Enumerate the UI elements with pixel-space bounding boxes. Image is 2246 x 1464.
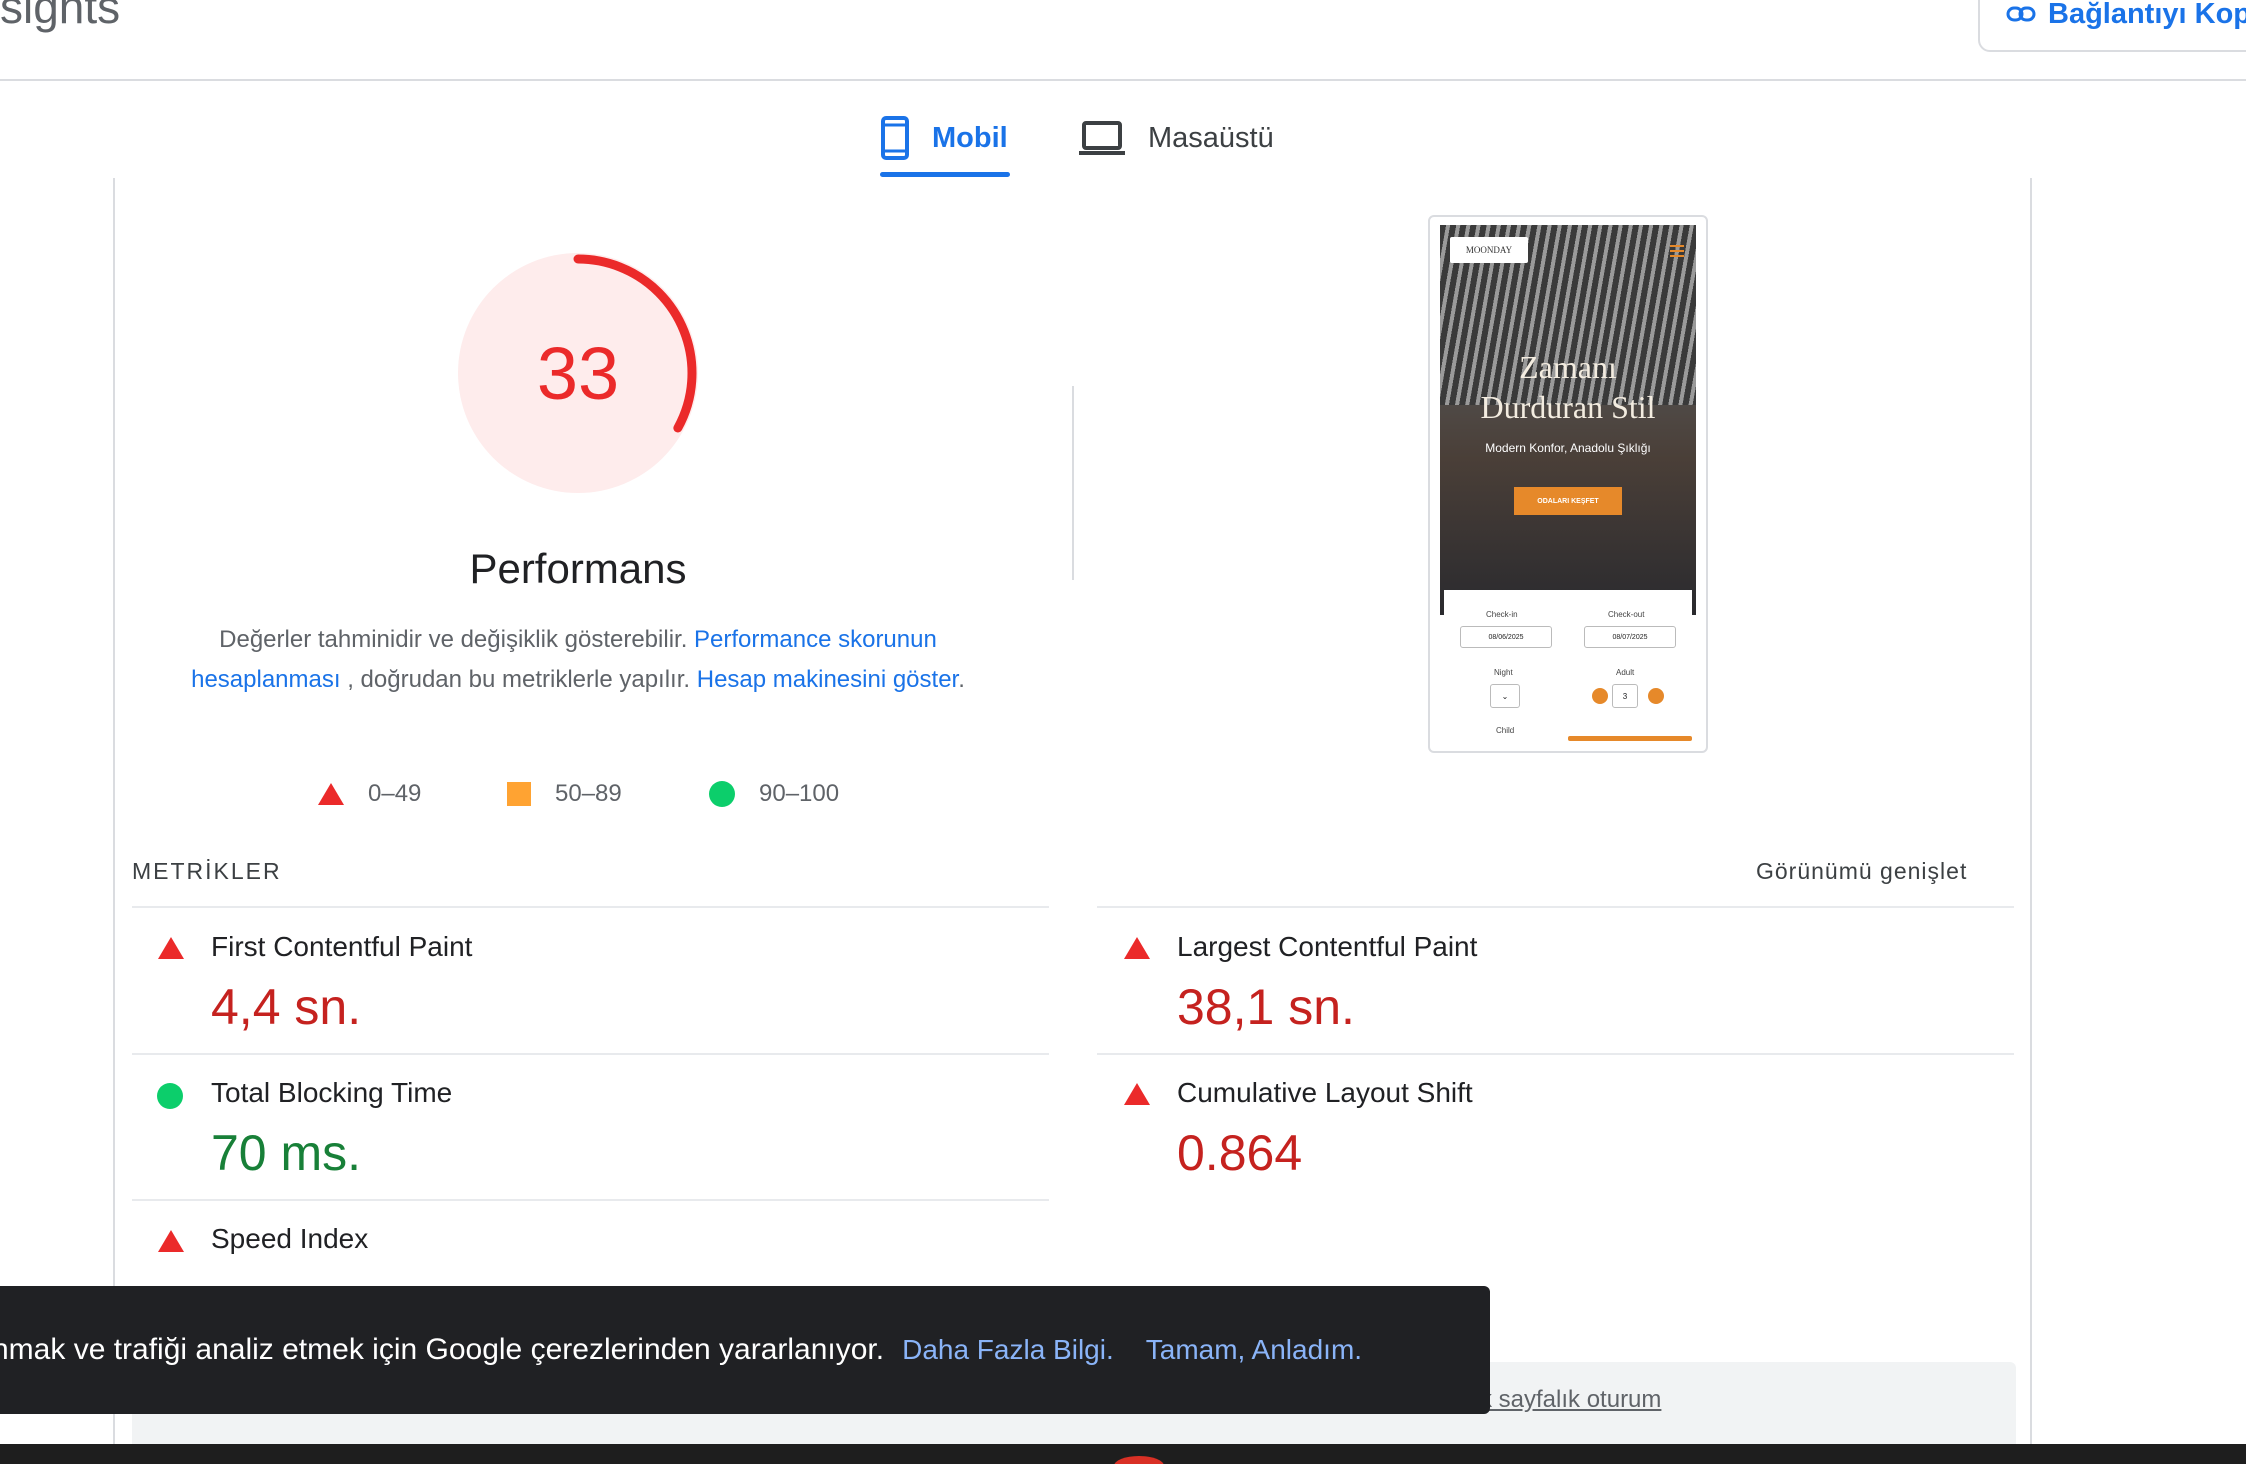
checkout-field: 08/07/2025 bbox=[1584, 626, 1676, 648]
page-title: sights bbox=[0, 0, 121, 33]
desc-text-2: , doğrudan bu metriklerle yapılır. bbox=[347, 666, 691, 693]
metrics-section-label: METRİKLER bbox=[132, 858, 282, 884]
metric-status-icon bbox=[158, 1230, 184, 1252]
desc-end: . bbox=[958, 666, 965, 693]
triangle-icon bbox=[1124, 1083, 1150, 1105]
tab-mobile[interactable]: Mobil bbox=[880, 98, 1008, 178]
cookie-banner: nmak ve trafiği analiz etmek için Google… bbox=[0, 1286, 1490, 1414]
legend-range: 0–49 bbox=[368, 780, 422, 807]
desc-text-1: Değerler tahminidir ve değişiklik göster… bbox=[219, 626, 688, 653]
copy-link-label: Bağlantıyı Kopy bbox=[2048, 0, 2246, 30]
panel-border-left bbox=[113, 178, 115, 1464]
metric-name-fcp: First Contentful Paint bbox=[211, 931, 473, 962]
metric-value-tbt: 70 ms. bbox=[211, 1125, 362, 1181]
preview-cta: ODALARI KEŞFET bbox=[1514, 487, 1622, 515]
legend-range: 90–100 bbox=[759, 780, 840, 807]
checkin-field: 08/06/2025 bbox=[1460, 626, 1552, 648]
plus-icon bbox=[1648, 688, 1664, 704]
vertical-divider bbox=[1072, 386, 1074, 580]
triangle-icon bbox=[1124, 937, 1150, 959]
laptop-icon bbox=[1079, 121, 1125, 155]
legend-item-pass: 90–100 bbox=[709, 780, 839, 808]
cookie-ok-button[interactable]: Tamam, Anladım. bbox=[1146, 1334, 1362, 1366]
divider bbox=[132, 1199, 1049, 1201]
metric-status-icon bbox=[157, 1083, 183, 1109]
adult-field: 3 bbox=[1612, 684, 1638, 708]
session-link[interactable]: k sayfalık oturum bbox=[1480, 1386, 1661, 1414]
smartphone-icon bbox=[881, 116, 909, 160]
preview-submit-bar bbox=[1568, 736, 1692, 741]
score-description: Değerler tahminidir ve değişiklik göster… bbox=[175, 620, 981, 700]
divider bbox=[1097, 1053, 2014, 1055]
expand-view-button[interactable]: Görünümü genişlet bbox=[1756, 858, 1967, 885]
calculator-link[interactable]: Hesap makinesini göster bbox=[697, 666, 958, 693]
legend-item-fail: 0–49 bbox=[318, 780, 421, 808]
triangle-icon bbox=[158, 937, 184, 959]
page: sights Bağlantıyı Kopy Mobil Masaüstü 33… bbox=[0, 0, 2246, 1464]
divider bbox=[132, 906, 1049, 908]
cookie-more-info-link[interactable]: Daha Fazla Bilgi. bbox=[902, 1334, 1114, 1366]
site-logo: MOONDAY bbox=[1450, 237, 1528, 263]
preview-headline-2: Durduran Stil bbox=[1480, 389, 1656, 425]
night-label: Night bbox=[1494, 668, 1513, 677]
metric-name-tbt: Total Blocking Time bbox=[211, 1077, 453, 1108]
square-icon bbox=[507, 782, 531, 806]
metric-value-fcp: 4,4 sn. bbox=[211, 979, 362, 1035]
triangle-icon bbox=[158, 1230, 184, 1252]
tab-mobile-label: Mobil bbox=[932, 121, 1008, 154]
metric-status-icon bbox=[1124, 937, 1150, 959]
child-label: Child bbox=[1496, 726, 1515, 735]
preview-subtitle: Modern Konfor, Anadolu Şıklığı bbox=[1485, 441, 1651, 455]
metric-value-cls: 0.864 bbox=[1177, 1125, 1303, 1181]
adult-label: Adult bbox=[1616, 668, 1635, 677]
page-screenshot-hero: MOONDAY Zamanı Durduran Stil Modern Konf… bbox=[1440, 225, 1696, 615]
metric-name-lcp: Largest Contentful Paint bbox=[1177, 931, 1478, 962]
cookie-message: nmak ve trafiği analiz etmek için Google… bbox=[0, 1333, 885, 1366]
panel-border-right bbox=[2030, 178, 2032, 1464]
link-icon bbox=[2006, 6, 2036, 22]
divider bbox=[132, 1053, 1049, 1055]
score-value: 33 bbox=[536, 331, 620, 415]
header-divider bbox=[0, 79, 2246, 81]
hamburger-icon bbox=[1670, 245, 1684, 247]
triangle-icon bbox=[318, 783, 344, 805]
tab-desktop[interactable]: Masaüstü bbox=[1078, 98, 1274, 178]
checkin-label: Check-in bbox=[1486, 610, 1518, 619]
tab-active-indicator bbox=[880, 172, 1010, 177]
score-title: Performans bbox=[469, 545, 687, 592]
metric-status-icon bbox=[1124, 1083, 1150, 1105]
preview-booking-form: Check-in Check-out 08/06/2025 08/07/2025… bbox=[1444, 590, 1692, 743]
night-select: ⌄ bbox=[1490, 684, 1520, 708]
circle-icon bbox=[157, 1083, 183, 1109]
checkout-label: Check-out bbox=[1608, 610, 1645, 619]
legend-range: 50–89 bbox=[555, 780, 622, 807]
tab-desktop-label: Masaüstü bbox=[1148, 121, 1274, 154]
metric-status-icon bbox=[158, 937, 184, 959]
metric-value-lcp: 38,1 sn. bbox=[1177, 979, 1355, 1035]
preview-headline: Zamanı Durduran Stil bbox=[1440, 347, 1696, 427]
divider bbox=[1097, 906, 2014, 908]
preview-headline-1: Zamanı bbox=[1519, 349, 1617, 385]
copy-link-button[interactable]: Bağlantıyı Kopy bbox=[1978, 0, 2246, 52]
legend-item-average: 50–89 bbox=[507, 780, 622, 808]
circle-icon bbox=[709, 781, 735, 807]
metric-name-cls: Cumulative Layout Shift bbox=[1177, 1077, 1473, 1108]
metric-name-si: Speed Index bbox=[211, 1223, 369, 1254]
minus-icon bbox=[1592, 688, 1608, 704]
